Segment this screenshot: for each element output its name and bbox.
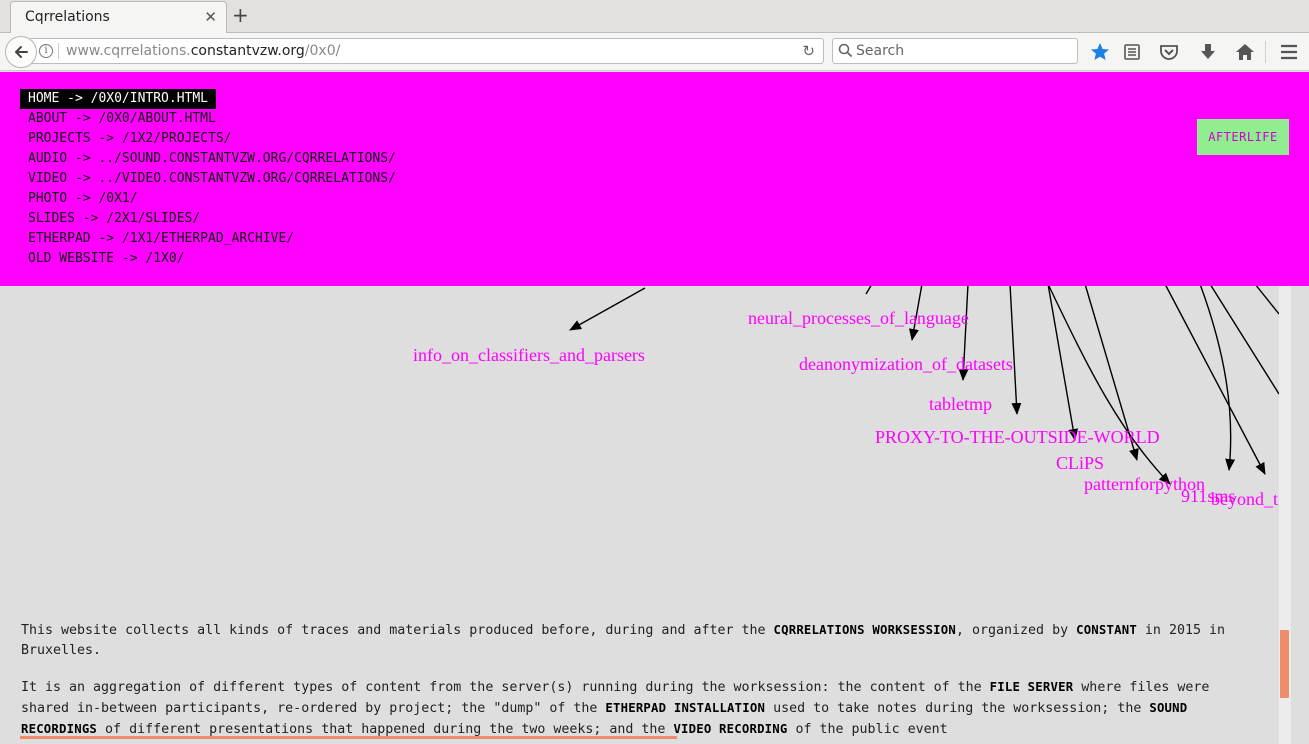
site-header-menu: HOME -> /0X0/INTRO.HTML ABOUT -> /0X0/AB…	[0, 72, 1309, 286]
graph-node-beyond-t[interactable]: beyond_t	[1211, 489, 1278, 509]
nav-link-projects[interactable]: PROJECTS -> /1X2/PROJECTS/	[20, 129, 240, 149]
intro-text: This website collects all kinds of trace…	[21, 620, 1261, 744]
tab-cqrrelations[interactable]: Cqrrelations ✕	[10, 1, 227, 33]
search-bar[interactable]	[832, 38, 1078, 64]
graph-edge	[1164, 283, 1266, 475]
graph-node-info-on-classifiers-and-parsers[interactable]: info_on_classifiers_and_parsers	[413, 345, 645, 365]
intro-paragraph-1: This website collects all kinds of trace…	[21, 623, 1225, 658]
new-tab-button[interactable]: +	[232, 3, 249, 27]
nav-link-photo[interactable]: PHOTO -> /0X1/	[20, 189, 146, 209]
graph-nodes: info_on_classifiers_and_parsers neural_p…	[413, 308, 1278, 509]
highlight-video-recording: VIDEO RECORDING	[673, 722, 788, 736]
home-icon[interactable]	[1234, 41, 1256, 63]
graph-edge	[1009, 283, 1022, 415]
back-button[interactable]	[5, 36, 37, 68]
bookmark-star-icon[interactable]	[1089, 41, 1111, 63]
search-input[interactable]	[856, 42, 1071, 60]
search-icon	[838, 43, 853, 58]
highlight-constant: CONSTANT	[1076, 623, 1137, 637]
highlight-etherpad-installation: ETHERPAD INSTALLATION	[605, 701, 766, 715]
download-icon[interactable]	[1197, 41, 1219, 63]
intro-paragraph-2: It is an aggregation of different types …	[21, 680, 1210, 737]
graph-edge	[1199, 283, 1236, 471]
reading-progress-bar	[20, 736, 677, 739]
graph-node-neural-processes-of-language[interactable]: neural_processes_of_language	[748, 308, 969, 328]
afterlife-button[interactable]: AFTERLIFE	[1197, 119, 1289, 155]
navigation-toolbar: i www.cqrrelations.constantvzw.org/0x0/ …	[0, 33, 1309, 71]
graph-node-proxy-to-the-outside-world[interactable]: PROXY-TO-THE-OUTSIDE-WORLD	[875, 427, 1160, 447]
highlight-cqrrelations-worksession: CQRRELATIONS WORKSESSION	[773, 623, 956, 637]
tab-strip: Cqrrelations ✕ +	[0, 0, 1309, 33]
hamburger-menu-icon[interactable]	[1278, 41, 1300, 63]
nav-link-audio[interactable]: AUDIO -> ../SOUND.CONSTANTVZW.ORG/CQRREL…	[20, 149, 404, 169]
graph-edge	[569, 287, 646, 331]
tab-title: Cqrrelations	[25, 9, 110, 25]
page-viewport: info_on_classifiers_and_parsers neural_p…	[0, 72, 1309, 744]
nav-link-slides[interactable]: SLIDES -> /2X1/SLIDES/	[20, 209, 208, 229]
graph-edge	[1254, 283, 1279, 315]
nav-link-old-website[interactable]: OLD WEBSITE -> /1X0/	[20, 249, 193, 269]
nav-link-etherpad[interactable]: ETHERPAD -> /1X1/ETHERPAD_ARCHIVE/	[20, 229, 302, 249]
nav-link-about[interactable]: ABOUT -> /0X0/ABOUT.HTML	[20, 109, 224, 129]
url-text[interactable]: www.cqrrelations.constantvzw.org/0x0/	[66, 43, 340, 59]
graph-edge	[1047, 283, 1079, 441]
graph-node-tabletmp[interactable]: tabletmp	[929, 394, 992, 414]
nav-link-video[interactable]: VIDEO -> ../VIDEO.CONSTANTVZW.ORG/CQRREL…	[20, 169, 404, 189]
graph-node-clips[interactable]: CLiPS	[1056, 453, 1104, 473]
site-nav: HOME -> /0X0/INTRO.HTML ABOUT -> /0X0/AB…	[20, 87, 404, 267]
info-icon[interactable]: i	[39, 44, 53, 58]
pocket-icon[interactable]	[1158, 41, 1180, 63]
highlight-file-server: FILE SERVER	[989, 680, 1074, 694]
back-arrow-icon	[15, 46, 28, 58]
reload-icon[interactable]: ↻	[802, 42, 815, 60]
tab-close-icon[interactable]: ✕	[204, 8, 217, 26]
nav-link-home[interactable]: HOME -> /0X0/INTRO.HTML	[20, 89, 217, 109]
url-bar[interactable]: i www.cqrrelations.constantvzw.org/0x0/ …	[30, 38, 824, 64]
url-separator	[58, 43, 59, 59]
reader-view-icon[interactable]	[1121, 41, 1143, 63]
scrollbar-thumb[interactable]	[1280, 630, 1289, 698]
toolbar-separator	[1265, 41, 1266, 63]
graph-node-deanonymization-of-datasets[interactable]: deanonymization_of_datasets	[799, 354, 1013, 374]
